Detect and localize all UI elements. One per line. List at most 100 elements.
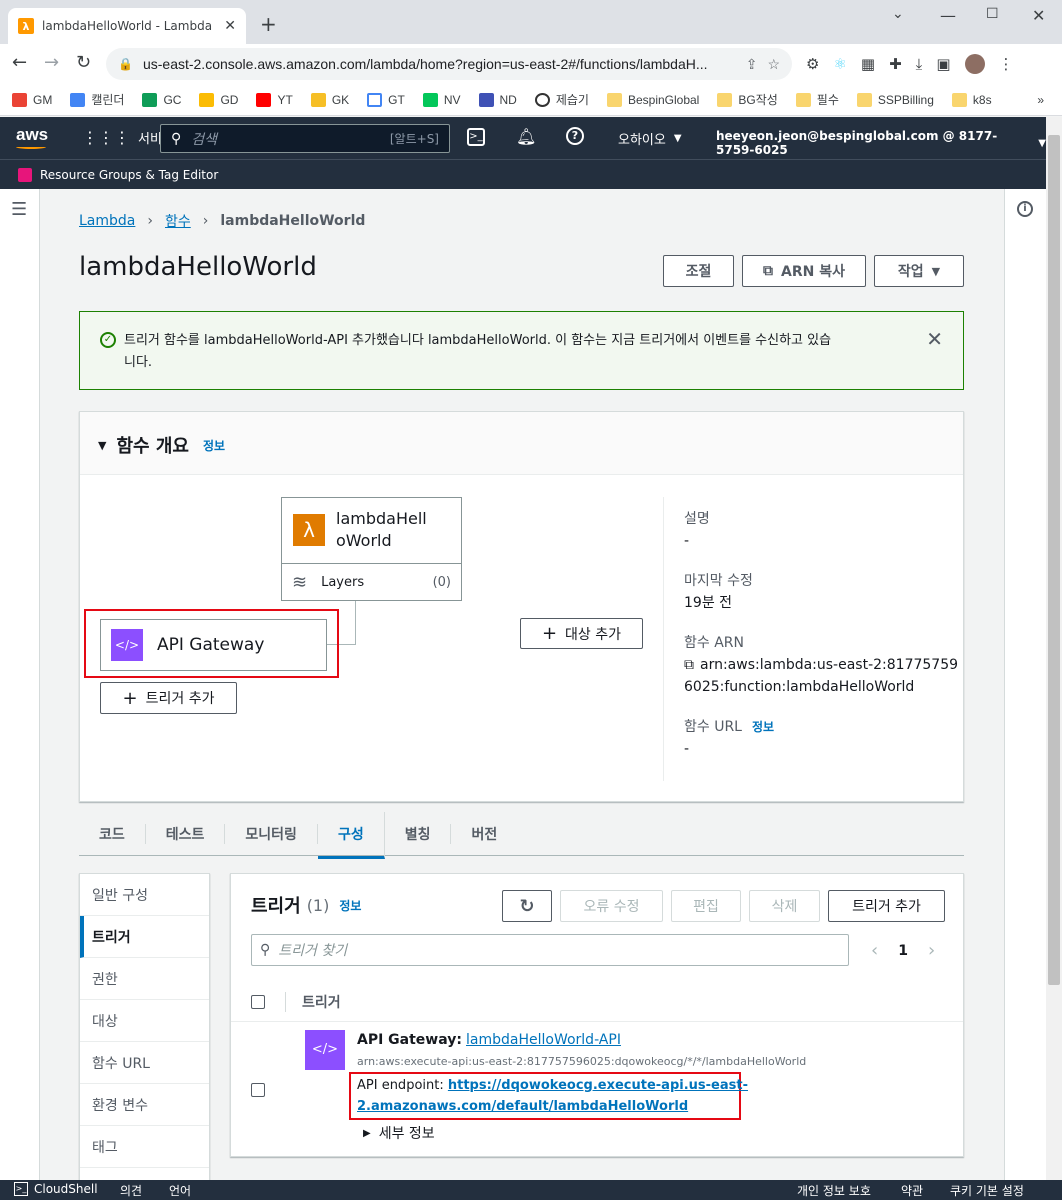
bookmark-folder[interactable]: 필수 [795, 91, 839, 108]
forward-icon[interactable]: → [44, 52, 59, 73]
terms-link[interactable]: 약관 [901, 1182, 923, 1199]
actions-button[interactable]: 작업 ▼ [874, 255, 964, 287]
cloudshell-icon[interactable]: >_ [467, 128, 485, 146]
folder-icon [856, 92, 872, 107]
privacy-link[interactable]: 개인 정보 보호 [797, 1182, 871, 1199]
search-input[interactable]: ⚲ 검색 [알트+S] [160, 124, 450, 153]
notifications-bell-icon[interactable]: 🔔︎ [516, 127, 536, 146]
url-field[interactable]: 🔒 us-east-2.console.aws.amazon.com/lambd… [106, 48, 792, 80]
help-icon[interactable]: ? [566, 127, 584, 145]
tab-monitoring[interactable]: 모니터링 [225, 823, 318, 844]
window-close-icon[interactable]: ✕ [1032, 6, 1045, 25]
bookmark-item[interactable]: GM [12, 92, 52, 107]
extension-qr-icon[interactable]: ▦ [861, 55, 875, 73]
config-permissions[interactable]: 권한 [80, 958, 209, 1000]
extension-gear-icon[interactable]: ⚙ [806, 55, 819, 73]
scrollbar-thumb[interactable] [1048, 135, 1060, 985]
bookmark-item[interactable]: GK [310, 92, 349, 107]
account-menu[interactable]: heeyeon.jeon@bespinglobal.com @ 8177-575… [716, 129, 1046, 157]
resource-groups-link[interactable]: Resource Groups & Tag Editor [40, 168, 218, 182]
feedback-link[interactable]: 의견 [120, 1182, 142, 1199]
minimize-icon[interactable]: ⌄ [892, 6, 904, 22]
trigger-search-input[interactable]: ⚲ 트리거 찾기 [251, 934, 849, 966]
api-name-link[interactable]: lambdaHelloWorld-API [466, 1032, 621, 1048]
delete-button[interactable]: 삭제 [749, 890, 820, 922]
new-tab-icon[interactable]: + [260, 12, 277, 36]
layers-row[interactable]: ≋ Layers (0) [282, 563, 461, 601]
window-maximize-icon[interactable]: ☐ [986, 6, 999, 22]
reload-icon[interactable]: ↻ [76, 52, 91, 73]
copy-icon[interactable]: ⧉ [684, 654, 694, 676]
fix-errors-button[interactable]: 오류 수정 [560, 890, 663, 922]
config-triggers[interactable]: 트리거 [80, 916, 209, 958]
tab-versions[interactable]: 버전 [451, 824, 517, 844]
bookmark-item[interactable]: YT [256, 92, 293, 107]
window-minimize-icon[interactable]: — [940, 6, 956, 25]
config-env-vars[interactable]: 환경 변수 [80, 1084, 209, 1126]
hamburger-menu-icon[interactable]: ☰ [11, 199, 27, 220]
breadcrumb-lambda[interactable]: Lambda [79, 213, 135, 229]
tab-configuration[interactable]: 구성 [317, 811, 385, 859]
config-tags[interactable]: 태그 [80, 1126, 209, 1168]
column-header-trigger[interactable]: 트리거 [302, 992, 341, 1012]
config-general[interactable]: 일반 구성 [80, 874, 209, 916]
tab-aliases[interactable]: 별칭 [385, 823, 452, 844]
select-all-checkbox[interactable] [251, 994, 265, 1009]
details-toggle[interactable]: ▶ 세부 정보 [363, 1123, 435, 1143]
bookmark-item[interactable]: GD [199, 92, 238, 107]
language-link[interactable]: 언어 [169, 1182, 191, 1199]
info-link[interactable]: 정보 [339, 897, 361, 914]
bookmark-folder[interactable]: k8s [951, 92, 992, 107]
endpoint-link-continued[interactable]: 2.amazonaws.com/default/lambdaHelloWorld [357, 1099, 688, 1114]
copy-arn-button[interactable]: ⧉ ARN 복사 [742, 255, 866, 287]
add-destination-button[interactable]: + 대상 추가 [520, 618, 643, 649]
add-trigger-button[interactable]: 트리거 추가 [828, 890, 945, 922]
info-link[interactable]: 정보 [752, 716, 774, 738]
cloudshell-link[interactable]: CloudShell [34, 1182, 98, 1196]
region-selector[interactable]: 오하이오 ▼ [618, 129, 682, 148]
menu-kebab-icon[interactable]: ⋮ [999, 55, 1014, 73]
refresh-button[interactable]: ↻ [502, 890, 552, 922]
bookmark-item[interactable]: GT [367, 92, 405, 107]
bookmark-folder[interactable]: SSPBilling [856, 92, 934, 107]
c-icon [534, 92, 550, 107]
info-link[interactable]: 정보 [203, 437, 225, 454]
bookmark-item[interactable]: 캘린더 [70, 91, 124, 108]
bookmark-item[interactable]: 제습기 [534, 91, 589, 108]
avatar[interactable] [964, 54, 985, 74]
download-icon[interactable]: ⤓ [916, 55, 923, 73]
share-icon[interactable]: ⇪ [746, 56, 758, 73]
bookmark-item[interactable]: ND [478, 92, 517, 107]
trigger-api-gateway-box[interactable]: </> API Gateway [100, 619, 327, 671]
breadcrumb-functions[interactable]: 함수 [165, 211, 191, 231]
bookmark-folder[interactable]: BG작성 [717, 91, 778, 108]
tab-test[interactable]: 테스트 [146, 823, 226, 844]
bookmark-star-icon[interactable]: ☆ [767, 56, 780, 73]
close-icon[interactable]: ✕ [926, 328, 943, 350]
throttle-button[interactable]: 조절 [663, 255, 734, 287]
bookmark-item[interactable]: NV [422, 92, 461, 107]
extensions-puzzle-icon[interactable]: ✚ [889, 55, 902, 73]
overview-title[interactable]: ▼ 함수 개요 정보 [98, 432, 225, 458]
prev-page-icon[interactable]: ‹ [871, 940, 878, 961]
extension-react-icon[interactable]: ⚛ [833, 55, 846, 73]
endpoint-link[interactable]: https://dqowokeocg.execute-api.us-east- [448, 1078, 748, 1093]
tab-code[interactable]: 코드 [79, 823, 146, 844]
bookmark-folder[interactable]: BespinGlobal [606, 92, 699, 107]
function-box[interactable]: λ lambdaHell oWorld ≋ Layers (0) [281, 497, 462, 601]
add-trigger-button[interactable]: + 트리거 추가 [100, 682, 237, 714]
bookmarks-overflow-icon[interactable]: » [1037, 93, 1044, 107]
cookie-settings-link[interactable]: 쿠키 기본 설정 [950, 1182, 1024, 1199]
config-destinations[interactable]: 대상 [80, 1000, 209, 1042]
edit-button[interactable]: 편집 [671, 890, 741, 922]
sidepanel-icon[interactable]: ▣ [936, 55, 950, 73]
config-function-url[interactable]: 함수 URL [80, 1042, 209, 1084]
next-page-icon[interactable]: › [928, 940, 935, 961]
aws-logo[interactable]: aws [16, 125, 48, 145]
browser-tab[interactable]: λ lambdaHelloWorld - Lambda ✕ [8, 8, 246, 44]
info-icon[interactable]: i [1017, 201, 1033, 217]
back-icon[interactable]: ← [12, 52, 27, 73]
close-tab-icon[interactable]: ✕ [224, 18, 236, 34]
bookmark-item[interactable]: GC [142, 92, 181, 107]
row-checkbox[interactable] [251, 1083, 265, 1097]
